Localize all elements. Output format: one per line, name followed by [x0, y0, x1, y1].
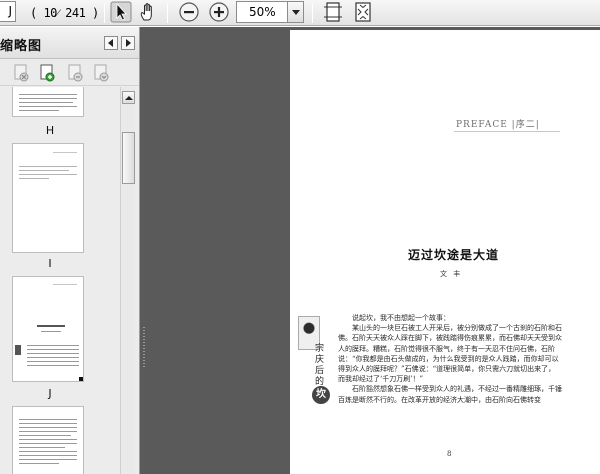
- document-view[interactable]: PREFACE |序二| 迈过坎途是大道 文 丰 宗庆后的 坎 说起坎，我不由想…: [148, 27, 600, 474]
- zoom-in-icon[interactable]: [208, 1, 230, 23]
- paragraph: 某山头的一块巨石被工人开采后，被分别做成了一个古刹的石阶和石佛。石阶天天被众人踩…: [338, 324, 562, 384]
- extract-page-icon[interactable]: [66, 64, 84, 82]
- zoom-out-icon[interactable]: [178, 1, 200, 23]
- page-number-input[interactable]: J: [0, 1, 16, 22]
- panel-title: 缩略图: [0, 39, 43, 54]
- heading-rule: [454, 131, 560, 132]
- thumbnail-scrollbar[interactable]: [120, 87, 135, 474]
- paragraph: 说起坎，我不由想起一个故事：: [352, 314, 450, 322]
- scrollbar-thumb[interactable]: [122, 132, 135, 184]
- thumbnail-list: H I J: [0, 87, 120, 474]
- pdf-viewer-window: J ( 10⁄ 241 ) 50% 缩略图 H I J PREFACE |序二|…: [0, 0, 600, 474]
- thumbnail-label: I: [48, 257, 52, 270]
- splitter-grip-icon: [143, 327, 145, 367]
- sidebar-decorative-char: 坎: [312, 386, 330, 404]
- article-author: 文 丰: [440, 270, 463, 278]
- paragraph: 石阶豁然想象石佛一样受到众人的礼遇，不经过一番精雕细琢，千锤百炼是断然不行的。在…: [338, 385, 562, 404]
- chevron-left-icon: [108, 39, 113, 47]
- panel-toolbar: [0, 60, 139, 86]
- toolbar-separator: [104, 3, 105, 23]
- thumbnail-label: H: [45, 124, 55, 137]
- page-thumbnail[interactable]: [12, 143, 84, 253]
- toolbar-separator: [167, 3, 168, 23]
- scroll-up-button[interactable]: [122, 91, 135, 104]
- preface-heading: PREFACE |序二|: [456, 120, 540, 130]
- page-thumbnail[interactable]: [12, 87, 84, 117]
- toolbar-separator: [312, 3, 313, 23]
- zoom-dropdown-button[interactable]: [287, 1, 304, 23]
- hand-icon[interactable]: [137, 1, 159, 23]
- chevron-right-icon: [126, 39, 131, 47]
- document-page: PREFACE |序二| 迈过坎途是大道 文 丰 宗庆后的 坎 说起坎，我不由想…: [290, 30, 600, 474]
- page-thumbnail[interactable]: [12, 406, 84, 474]
- page-count: ( 10⁄ 241 ): [30, 6, 99, 20]
- chevron-down-icon: [292, 10, 300, 15]
- delete-page-icon[interactable]: [12, 64, 30, 82]
- thumbnail-label: J: [48, 387, 52, 400]
- fit-page-icon[interactable]: [322, 1, 344, 23]
- page-number: 8: [447, 450, 452, 458]
- replace-page-icon[interactable]: [92, 64, 110, 82]
- sidebar-vertical-text: 宗庆后的: [315, 344, 325, 387]
- toolbar: J ( 10⁄ 241 ) 50%: [0, 0, 600, 26]
- thumbnail-panel: 缩略图 H I J: [0, 27, 140, 474]
- panel-expand-button[interactable]: [121, 36, 135, 50]
- panel-header: 缩略图: [0, 27, 139, 59]
- zoom-level-input[interactable]: 50%: [236, 1, 288, 23]
- page-thumbnail-current[interactable]: [12, 276, 84, 382]
- select-arrow-icon[interactable]: [110, 1, 132, 23]
- article-body: 说起坎，我不由想起一个故事： 某山头的一块巨石被工人开采后，被分别做成了一个古刹…: [338, 313, 562, 405]
- article-title: 迈过坎途是大道: [408, 248, 500, 262]
- panel-collapse-button[interactable]: [104, 36, 118, 50]
- fit-width-icon[interactable]: [352, 1, 374, 23]
- panel-splitter[interactable]: [140, 27, 148, 474]
- insert-page-icon[interactable]: [38, 64, 56, 82]
- arrow-up-icon: [125, 96, 133, 100]
